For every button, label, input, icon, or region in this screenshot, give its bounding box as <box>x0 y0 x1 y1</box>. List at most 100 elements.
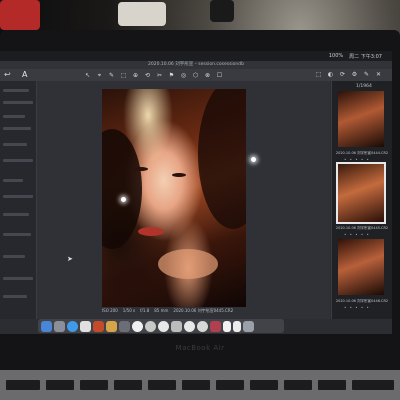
desk-object <box>210 0 234 22</box>
thumbnail-label: 2020.10.06 刘宇彤宣0444.CR2 <box>335 151 389 155</box>
app-icon[interactable] <box>184 320 195 332</box>
keyboard-key <box>80 380 108 390</box>
panel-row[interactable] <box>3 195 33 198</box>
keyboard-key <box>216 380 244 390</box>
pen-tool-icon[interactable]: ✎ <box>108 72 115 79</box>
close-icon[interactable]: ✕ <box>375 71 382 78</box>
zoom-tool-icon[interactable]: ⊕ <box>132 72 139 79</box>
rating-stars[interactable]: • • • • • <box>344 232 370 237</box>
thumbnail[interactable] <box>338 91 384 147</box>
rating-stars[interactable]: • • • • • <box>344 157 370 162</box>
launchpad-icon[interactable] <box>54 320 65 332</box>
thumbnail-selected[interactable] <box>336 162 386 224</box>
mouse-cursor-icon: ➤ <box>67 255 73 263</box>
keyboard-key <box>284 380 312 390</box>
clear-tool-icon[interactable]: ⊗ <box>204 72 211 79</box>
panel-row[interactable] <box>3 295 27 298</box>
crop-tool-icon[interactable]: ⬚ <box>120 72 127 79</box>
panel-row[interactable] <box>3 255 25 258</box>
keyboard-key <box>182 380 210 390</box>
right-toolbar: ⬚ ◐ ⟳ ⚙ ✎ ✕ <box>315 71 382 78</box>
safari-icon[interactable] <box>67 320 78 332</box>
image-counter: 1/1964 <box>356 84 372 89</box>
hair-shadow <box>102 129 142 249</box>
keyboard-key <box>148 380 176 390</box>
frame-tool-icon[interactable]: ☐ <box>216 72 223 79</box>
hair-shadow <box>198 89 246 229</box>
menu-clock[interactable]: 周二 下午3:07 <box>349 53 382 60</box>
document-icon[interactable] <box>233 320 241 332</box>
desk-object <box>118 2 166 26</box>
laptop-screen: 100% 周二 下午3:07 2020.10.06 刘宇彤宣 – session… <box>0 51 392 334</box>
app-icon[interactable] <box>197 320 208 332</box>
laptop-brand-label: MacBook Air <box>175 344 225 352</box>
settings-icon[interactable]: ⚙ <box>351 71 358 78</box>
panel-row[interactable] <box>3 159 33 162</box>
trash-icon[interactable] <box>243 320 254 332</box>
app-icon[interactable] <box>80 320 91 332</box>
eye-shadow <box>172 173 186 177</box>
target-tool-icon[interactable]: ◎ <box>180 72 187 79</box>
app-icon[interactable] <box>132 320 143 332</box>
app-icon[interactable] <box>158 320 169 332</box>
hand-shape <box>158 249 218 279</box>
toolbar: ↩ A ↖ ⌖ ✎ ⬚ ⊕ ⟲ ✂ ⚑ ◎ ⬡ ⊗ ☐ ⬚ ◐ ⟳ ⚙ ✎ ✕ <box>0 69 392 81</box>
keyboard-key <box>6 380 40 390</box>
panel-row[interactable] <box>3 233 31 236</box>
keyboard-key <box>250 380 278 390</box>
keyboard-key <box>114 380 142 390</box>
app-icon[interactable] <box>171 320 182 332</box>
app-icon[interactable] <box>119 320 130 332</box>
document-icon[interactable] <box>223 320 231 332</box>
refresh-icon[interactable]: ⟳ <box>339 71 346 78</box>
panel-row[interactable] <box>3 101 33 104</box>
finder-icon[interactable] <box>41 320 52 332</box>
cursor-tool-icon[interactable]: ↖ <box>84 72 91 79</box>
exposure-icon[interactable]: ◐ <box>327 71 334 78</box>
dock <box>38 319 284 333</box>
shutter-value: 1/50 s <box>122 308 136 313</box>
image-status-bar: ISO 200 1/50 s f/1.8 85 mm 2020.10.06 刘宇… <box>102 307 262 314</box>
text-tool-icon[interactable]: A <box>22 70 27 79</box>
thumbnail-browser: 1/1964 2020.10.06 刘宇彤宣0444.CR2 • • • • •… <box>331 81 392 319</box>
aperture-value: f/1.8 <box>140 308 150 313</box>
edit-icon[interactable]: ✎ <box>363 71 370 78</box>
panel-row[interactable] <box>3 179 23 182</box>
app-icon[interactable] <box>145 320 156 332</box>
crosshair-tool-icon[interactable]: ⌖ <box>96 72 103 79</box>
app-icon[interactable] <box>93 320 104 332</box>
panel-row[interactable] <box>3 213 29 216</box>
app-icon[interactable] <box>210 320 221 332</box>
panel-row[interactable] <box>3 127 31 130</box>
light-flare <box>121 197 126 202</box>
window-title: 2020.10.06 刘宇彤宣 – session.cosessiondb <box>0 61 392 69</box>
thumbnail-label: 2020.10.06 刘宇彤宣0446.CR2 <box>335 299 389 303</box>
panel-row[interactable] <box>3 89 29 92</box>
keyboard-key <box>318 380 346 390</box>
light-flare <box>251 157 256 162</box>
menu-bar: 100% 周二 下午3:07 <box>0 51 392 61</box>
grid-icon[interactable]: ⬚ <box>315 71 322 78</box>
panel-row[interactable] <box>3 115 25 118</box>
image-viewer: ➤ ISO 200 1/50 s f/1.8 85 mm 2020.10.06 … <box>37 81 330 319</box>
rating-stars[interactable]: • • • • • <box>344 305 370 310</box>
panel-row[interactable] <box>3 277 33 280</box>
shape-tool-icon[interactable]: ⬡ <box>192 72 199 79</box>
cut-tool-icon[interactable]: ✂ <box>156 72 163 79</box>
iso-value: ISO 200 <box>102 308 118 313</box>
keyboard-key <box>352 380 394 390</box>
thumbnail[interactable] <box>338 239 384 295</box>
eye-shadow <box>134 167 148 171</box>
rotate-tool-icon[interactable]: ⟲ <box>144 72 151 79</box>
lips-shape <box>138 227 164 236</box>
battery-indicator[interactable]: 100% <box>329 53 343 59</box>
keyboard-key <box>46 380 74 390</box>
keyboard <box>0 370 400 400</box>
focal-length-value: 85 mm <box>154 308 169 313</box>
back-icon[interactable]: ↩ <box>4 70 11 79</box>
desk-object <box>0 0 40 30</box>
app-icon[interactable] <box>106 320 117 332</box>
panel-row[interactable] <box>3 143 27 146</box>
flag-tool-icon[interactable]: ⚑ <box>168 72 175 79</box>
filename-value: 2020.10.06 刘宇彤宣0445.CR2 <box>173 307 234 313</box>
